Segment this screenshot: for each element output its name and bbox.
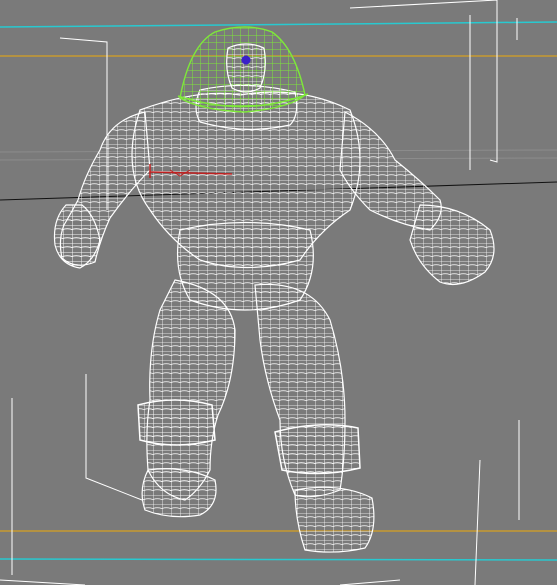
eye-marker	[241, 55, 251, 65]
guide-line-top-cyan	[0, 21, 557, 28]
guide-line-bottom-cyan	[0, 558, 557, 561]
selected-helmet-mesh[interactable]	[177, 26, 309, 113]
viewport-canvas[interactable]	[0, 0, 557, 585]
character-mesh[interactable]	[53, 84, 495, 553]
head-face	[226, 43, 266, 93]
mesh-left-boot	[141, 468, 217, 518]
3d-viewport[interactable]	[0, 0, 557, 585]
mesh-left-leg	[146, 279, 236, 501]
mesh-right-boot	[294, 486, 375, 553]
mesh-left-kneepad	[137, 399, 216, 446]
mesh-right-kneepad	[274, 424, 361, 475]
mesh-right-hand	[409, 204, 495, 285]
